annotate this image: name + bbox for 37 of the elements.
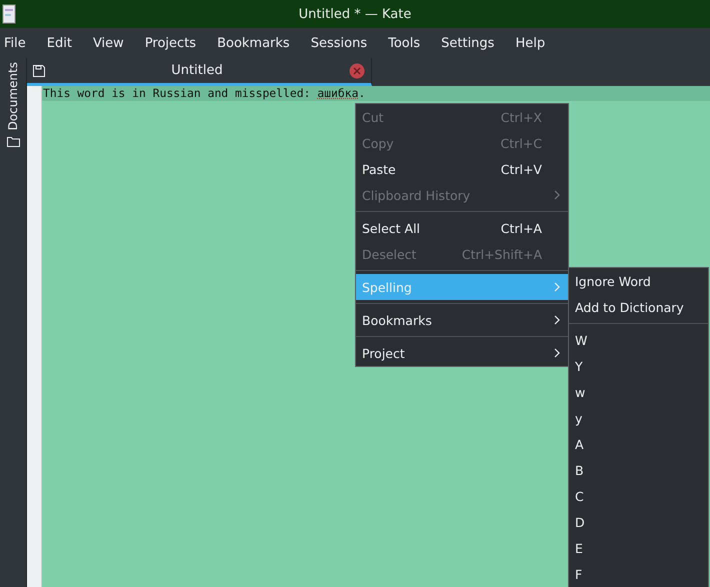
document-tab[interactable]: Untitled: [27, 58, 372, 86]
menu-item[interactable]: B: [569, 457, 708, 483]
menu-item[interactable]: Bookmarks: [356, 307, 568, 333]
menu-item[interactable]: Tools: [388, 36, 430, 50]
menu-item[interactable]: A: [569, 431, 708, 457]
menu-item[interactable]: Project: [356, 340, 568, 366]
menu-item[interactable]: Edit: [46, 36, 82, 50]
editor-text[interactable]: This word is in Russian and misspelled: ашибка.: [43, 87, 366, 100]
sidebar-tab[interactable]: Documents: [6, 62, 20, 130]
menu-item[interactable]: E: [569, 535, 708, 561]
menu-item[interactable]: Paste Ctrl+V: [356, 156, 568, 182]
chevron-right-icon: [554, 348, 560, 358]
chevron-right-icon: [554, 190, 560, 200]
chevron-right-icon: [554, 315, 560, 325]
menu-item[interactable]: File: [4, 36, 36, 50]
save-icon: [33, 64, 45, 76]
folder-icon[interactable]: [6, 136, 20, 148]
menu-item[interactable]: C: [569, 483, 708, 509]
menu-item[interactable]: F: [569, 561, 708, 587]
menu-item[interactable]: D: [569, 509, 708, 535]
menu-item[interactable]: Bookmarks: [217, 36, 300, 50]
menu-item[interactable]: Projects: [144, 36, 206, 50]
menu-item[interactable]: w: [569, 379, 708, 405]
window-title: Untitled * — Kate: [298, 6, 412, 22]
app-icon: [2, 4, 16, 24]
menu-item[interactable]: Ignore Word: [569, 268, 708, 294]
menu-item[interactable]: Help: [515, 36, 556, 50]
menu-item[interactable]: Settings: [441, 36, 504, 50]
menu-item[interactable]: W: [569, 327, 708, 353]
menu-item[interactable]: Add to Dictionary: [569, 294, 708, 320]
chevron-right-icon: [554, 282, 560, 292]
menu-item[interactable]: View: [92, 36, 134, 50]
menu-item[interactable]: Y: [569, 353, 708, 379]
menu-item[interactable]: Select All Ctrl+A: [356, 215, 568, 241]
menu-item[interactable]: Sessions: [310, 36, 378, 50]
close-icon[interactable]: [349, 62, 365, 78]
menu-item[interactable]: y: [569, 405, 708, 431]
